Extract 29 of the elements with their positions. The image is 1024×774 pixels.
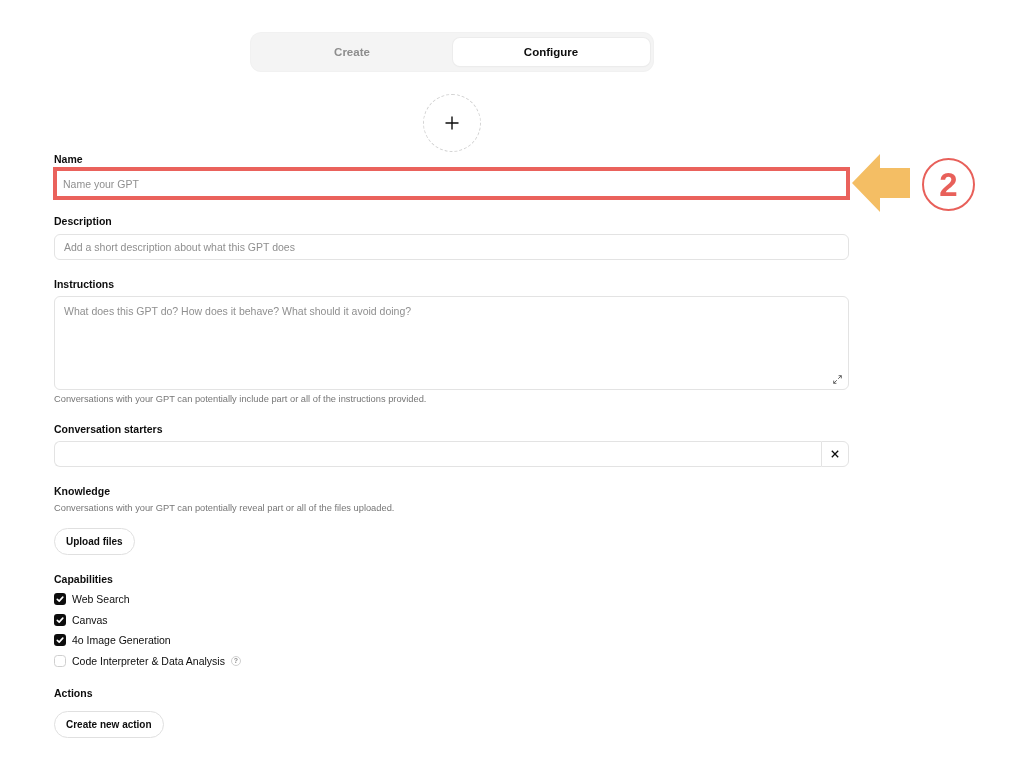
field-label: Conversation starters <box>54 422 164 436</box>
checkbox[interactable] <box>54 654 66 667</box>
text-input[interactable]: Name your GPT <box>53 167 850 200</box>
remove-starter-button[interactable] <box>821 441 849 467</box>
field-label: Description <box>54 214 113 228</box>
checkbox[interactable] <box>54 634 66 647</box>
field-label: Knowledge <box>54 484 111 498</box>
checkbox-label: Web Search <box>72 593 130 606</box>
field-label: Name <box>54 152 84 166</box>
checkbox-label: Canvas <box>72 613 108 626</box>
checkbox-label: 4o Image Generation <box>72 634 171 647</box>
field-label: Instructions <box>54 277 116 291</box>
starter-input[interactable] <box>54 441 821 467</box>
upload-files-button[interactable]: Upload files <box>54 528 135 555</box>
field-label: Actions <box>54 686 94 700</box>
expand-icon[interactable] <box>833 375 842 384</box>
step-number: 2 <box>922 158 975 211</box>
create-action-button[interactable]: Create new action <box>54 711 164 738</box>
field-hint: Conversations with your GPT can potentially include part or all of the instructions provided. <box>54 393 428 405</box>
checkbox-label: Code Interpreter & Data Analysis <box>72 654 225 667</box>
tab[interactable]: Configure <box>452 38 650 66</box>
close-icon <box>831 450 839 458</box>
checkbox[interactable] <box>54 613 66 626</box>
field-hint: Conversations with your GPT can potentially reveal part or all of the files uploaded. <box>54 502 396 514</box>
instructions-textarea[interactable]: What does this GPT do? How does it behave? What should it avoid doing? <box>54 296 849 390</box>
left-arrow-icon <box>852 154 910 212</box>
checkbox[interactable] <box>54 593 66 606</box>
plus-icon <box>444 116 459 130</box>
field-label: Capabilities <box>54 572 114 586</box>
